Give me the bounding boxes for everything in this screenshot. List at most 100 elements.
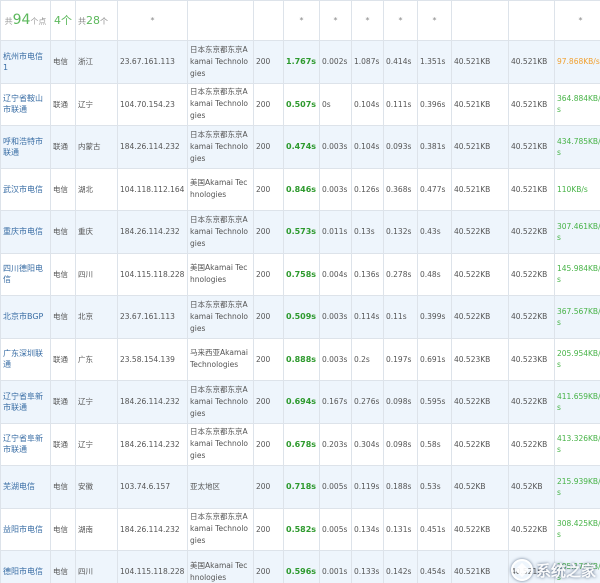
region-cell: 北京 [75,295,118,339]
sort-mark: * [398,16,403,25]
file-size-cell: 40.522KB [451,422,509,466]
table-row[interactable]: 杭州市电信1 电信 浙江 23.67.161.113 日本东京都东京Akamai Tec… [0,40,600,84]
table-row[interactable]: 辽宁省鞍山市联通 联通 辽宁 104.70.154.23 日本东京都东京Akamai T… [0,82,600,126]
ttfb-cell: 0.11s [383,295,418,339]
file-size-cell: 40.521KB [451,550,509,583]
node-cell[interactable]: 辽宁省阜新市联通 [0,422,51,466]
table-row[interactable]: 武汉市电信 电信 湖北 104.118.112.164 美国Akamai Technol… [0,167,600,211]
node-cell[interactable]: 杭州市电信1 [0,40,51,84]
table-row[interactable]: 四川德阳电信 电信 四川 104.115.118.228 美国Akamai Techno… [0,252,600,296]
node-cell[interactable]: 重庆市电信 [0,210,51,254]
total-time-header[interactable]: * [283,0,320,41]
download-time-cell: 0.48s [417,252,452,296]
node-cell[interactable]: 辽宁省阜新市联通 [0,380,51,424]
total-time-cell: 0.888s [283,337,320,381]
status-cell: 200 [253,82,284,126]
region-cell: 四川 [75,252,118,296]
isp-count-header[interactable]: 4个 [50,0,76,41]
location-header[interactable] [187,0,254,41]
file-size-cell: 40.523KB [451,337,509,381]
table-row[interactable]: 辽宁省阜新市联通 联通 辽宁 184.26.114.232 日本东京都东京Akamai … [0,422,600,466]
region-cell: 辽宁 [75,380,118,424]
table-row[interactable]: 辽宁省阜新市联通 联通 辽宁 184.26.114.232 日本东京都东京Akamai … [0,380,600,424]
file-size-cell: 40.522KB [451,252,509,296]
speed-header[interactable]: * [554,0,600,41]
speed-cell: 307.461KB/s [554,210,600,254]
download-time-cell: 0.399s [417,295,452,339]
table-row[interactable]: 重庆市电信 电信 重庆 184.26.114.232 日本东京都东京Akamai Tec… [0,210,600,254]
location-cell: 美国Akamai Technologies [187,252,254,296]
node-cell[interactable]: 武汉市电信 [0,167,51,211]
node-cell[interactable]: 广东深圳联通 [0,337,51,381]
location-cell: 日本东京都东京Akamai Technologies [187,507,254,551]
head-size-cell: 40.522KB [508,295,555,339]
table-row[interactable]: 益阳市电信 电信 湖南 184.26.114.232 日本东京都东京Akamai Tec… [0,507,600,551]
table-row[interactable]: 北京市BGP 电信 北京 23.67.161.113 日本东京都东京Akamai Tec… [0,295,600,339]
table-header-row: 共94个点 4个 共28个 * * * * * * * [0,0,600,41]
ttfb-cell: 0.142s [383,550,418,583]
total-nodes-header[interactable]: 共94个点 [0,0,51,41]
dns-time-cell: 0.003s [319,295,352,339]
download-time-cell: 0.53s [417,465,452,509]
table-row[interactable]: 芜湖电信 电信 安徽 103.74.6.157 亚太地区 200 0.718s 0.005s 0… [0,465,600,509]
region-suffix: 个 [100,16,108,26]
download-time-cell: 0.43s [417,210,452,254]
node-cell[interactable]: 北京市BGP [0,295,51,339]
location-cell: 马来西亚Akamai Technologies [187,337,254,381]
head-size-cell: 40.521KB [508,82,555,126]
ttfb-cell: 0.188s [383,465,418,509]
dns-time-cell: 0s [319,82,352,126]
download-time-header[interactable]: * [417,0,452,41]
head-size-cell: 40.522KB [508,252,555,296]
file-size-cell: 40.522KB [451,507,509,551]
total-suffix: 个点 [30,16,47,26]
isp-cell: 电信 [50,40,76,84]
dns-time-header[interactable]: * [319,0,352,41]
ip-cell: 23.58.154.139 [117,337,188,381]
node-cell[interactable]: 四川德阳电信 [0,252,51,296]
table-row[interactable]: 呼和浩特市联通 联通 内蒙古 184.26.114.232 日本东京都东京Akamai … [0,125,600,169]
dns-time-cell: 0.005s [319,507,352,551]
status-cell: 200 [253,295,284,339]
ttfb-header[interactable]: * [383,0,418,41]
file-size-cell: 40.521KB [451,40,509,84]
head-size-cell: 40.522KB [508,422,555,466]
sort-mark: * [432,16,437,25]
ip-cell: 184.26.114.232 [117,380,188,424]
connect-time-cell: 0.133s [351,550,384,583]
table-row[interactable]: 广东深圳联通 联通 广东 23.58.154.139 马来西亚Akamai Techno… [0,337,600,381]
region-count-header[interactable]: 共28个 [75,0,118,41]
file-size-header[interactable] [451,0,509,41]
connect-time-header[interactable]: * [351,0,384,41]
speed-test-results-panel: 共94个点 4个 共28个 * * * * * * * 杭州市电信1电信浙江 [0,0,600,583]
download-time-cell: 1.351s [417,40,452,84]
isp-cell: 电信 [50,507,76,551]
ip-header[interactable]: * [117,0,188,41]
total-time-cell: 0.509s [283,295,320,339]
location-cell: 日本东京都东京Akamai Technologies [187,422,254,466]
status-header[interactable] [253,0,284,41]
ttfb-cell: 0.197s [383,337,418,381]
connect-time-cell: 0.304s [351,422,384,466]
status-cell: 200 [253,167,284,211]
isp-cell: 联通 [50,82,76,126]
node-cell[interactable]: 益阳市电信 [0,507,51,551]
node-cell[interactable]: 呼和浩特市联通 [0,125,51,169]
total-prefix: 共 [4,16,13,26]
speed-cell: 364.884KB/s [554,82,600,126]
node-cell[interactable]: 辽宁省鞍山市联通 [0,82,51,126]
sort-mark: * [578,16,583,25]
region-prefix: 共 [78,16,86,26]
download-time-cell: 0.451s [417,507,452,551]
results-table: 共94个点 4个 共28个 * * * * * * * 杭州市电信1电信浙江 [0,0,600,583]
connect-time-cell: 0.276s [351,380,384,424]
node-cell[interactable]: 芜湖电信 [0,465,51,509]
results-body: 杭州市电信1 电信 浙江 23.67.161.113 日本东京都东京Akamai Tec… [0,40,600,583]
isp-count: 4个 [54,13,72,27]
head-size-header[interactable] [508,0,555,41]
ttfb-cell: 0.098s [383,380,418,424]
node-cell[interactable]: 德阳市电信 [0,550,51,583]
total-time-cell: 0.694s [283,380,320,424]
ip-cell: 104.70.154.23 [117,82,188,126]
speed-cell: 367.567KB/s [554,295,600,339]
